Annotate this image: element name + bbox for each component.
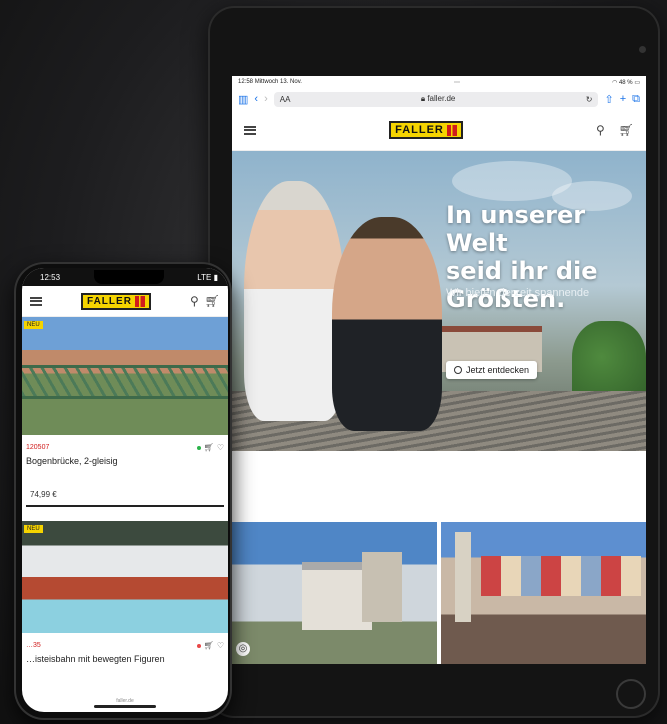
sidebar-toggle-icon[interactable]: ▥ — [238, 93, 248, 106]
phone-site-header: FALLER ⚲ 🛒︎ — [22, 286, 228, 317]
address-bar[interactable]: AA 🔒︎ faller.de ↻ — [273, 91, 599, 107]
back-icon[interactable]: ‹ — [254, 93, 258, 105]
hero-banner: In unserer Welt seid ihr die Größten. Wi… — [232, 151, 646, 451]
phone-screen: 12:53 LTE ▮ FALLER ⚲ 🛒︎ NEU 120507 🛒︎ ♡ … — [22, 268, 228, 712]
category-tiles: ◎ — [232, 522, 646, 664]
tile-harbour-model[interactable] — [441, 522, 646, 664]
new-badge: NEU — [24, 321, 43, 329]
browser-toolbar: ▥ ‹ › AA 🔒︎ faller.de ↻ ⇧ + ⧉ — [232, 88, 646, 110]
product-price: 74,99 € — [26, 466, 224, 507]
phone-notch — [93, 270, 164, 284]
add-to-cart-icon[interactable]: 🛒︎ — [204, 641, 214, 650]
reload-icon[interactable]: ↻ — [586, 95, 593, 104]
availability-dot — [196, 643, 201, 648]
menu-icon[interactable] — [244, 125, 256, 135]
search-icon[interactable]: ⚲ — [596, 123, 605, 137]
cart-icon[interactable]: 🛒︎ — [619, 123, 634, 137]
tile-city-model[interactable]: ◎ — [232, 522, 437, 664]
discover-icon — [454, 366, 462, 374]
product-sku: …35 — [26, 642, 41, 649]
phone-status-bar: 12:53 LTE ▮ — [22, 268, 228, 286]
phone-menu-icon[interactable] — [30, 296, 42, 306]
wishlist-heart-icon[interactable]: ♡ — [217, 641, 224, 650]
product-name[interactable]: Bogenbrücke, 2-gleisig — [22, 452, 228, 466]
product-name[interactable]: …isteisbahn mit bewegten Figuren — [22, 650, 228, 664]
new-badge: NEU — [24, 525, 43, 533]
fingerprint-icon: ◎ — [236, 642, 250, 656]
man-photo — [332, 217, 442, 431]
wishlist-heart-icon[interactable]: ♡ — [217, 443, 224, 452]
site-header: FALLER ⚲ 🛒︎ — [232, 110, 646, 151]
phone-status-time: 12:53 — [40, 272, 61, 282]
product-card[interactable]: NEU 120507 🛒︎ ♡ Bogenbrücke, 2-gleisig 7… — [22, 317, 228, 507]
share-icon[interactable]: ⇧ — [604, 93, 613, 106]
status-time: 12:58 — [238, 79, 254, 85]
woman-photo — [244, 181, 344, 421]
forward-icon[interactable]: › — [264, 93, 268, 105]
discover-button[interactable]: Jetzt entdecken — [446, 361, 538, 379]
home-indicator[interactable] — [94, 705, 156, 708]
product-sku: 120507 — [26, 444, 50, 451]
phone-footer-url: faller.de — [116, 698, 134, 704]
phone-search-icon[interactable]: ⚲ — [190, 294, 199, 308]
text-size-button[interactable]: AA — [280, 95, 291, 104]
product-image-bridge: NEU — [22, 317, 228, 435]
tablet-screen: 12:58 Mittwoch 13. Nov. ⋯ ◠ 48 % ▭ ▥ ‹ ›… — [232, 76, 646, 664]
lock-icon: 🔒︎ — [420, 94, 426, 103]
battery-level: 48 % — [618, 79, 633, 86]
tablet-status-bar: 12:58 Mittwoch 13. Nov. ⋯ ◠ 48 % ▭ — [238, 79, 640, 86]
wifi-icon: ◠ 48 % ▭ — [612, 79, 640, 86]
phone-network: LTE — [197, 272, 212, 282]
faller-logo[interactable]: FALLER — [389, 121, 463, 139]
new-tab-icon[interactable]: + — [620, 93, 626, 105]
add-to-cart-icon[interactable]: 🛒︎ — [204, 443, 214, 452]
status-date: Mittwoch 13. Nov. — [254, 79, 302, 85]
tablet-camera — [639, 46, 646, 53]
phone-faller-logo[interactable]: FALLER — [81, 292, 151, 310]
availability-dot — [196, 445, 201, 450]
url-text: faller.de — [427, 94, 456, 103]
product-image-ice-rink: NEU — [22, 521, 228, 633]
phone-cart-icon[interactable]: 🛒︎ — [205, 294, 220, 308]
tabs-icon[interactable]: ⧉ — [632, 93, 640, 106]
hero-subtitle: Wir bieten derzeit spannende — [446, 287, 590, 299]
phone-battery-icon: ▮ — [213, 272, 218, 282]
product-card[interactable]: NEU …35 🛒︎ ♡ …isteisbahn mit bewegten Fi… — [22, 521, 228, 664]
tablet-home-button[interactable] — [616, 679, 646, 709]
